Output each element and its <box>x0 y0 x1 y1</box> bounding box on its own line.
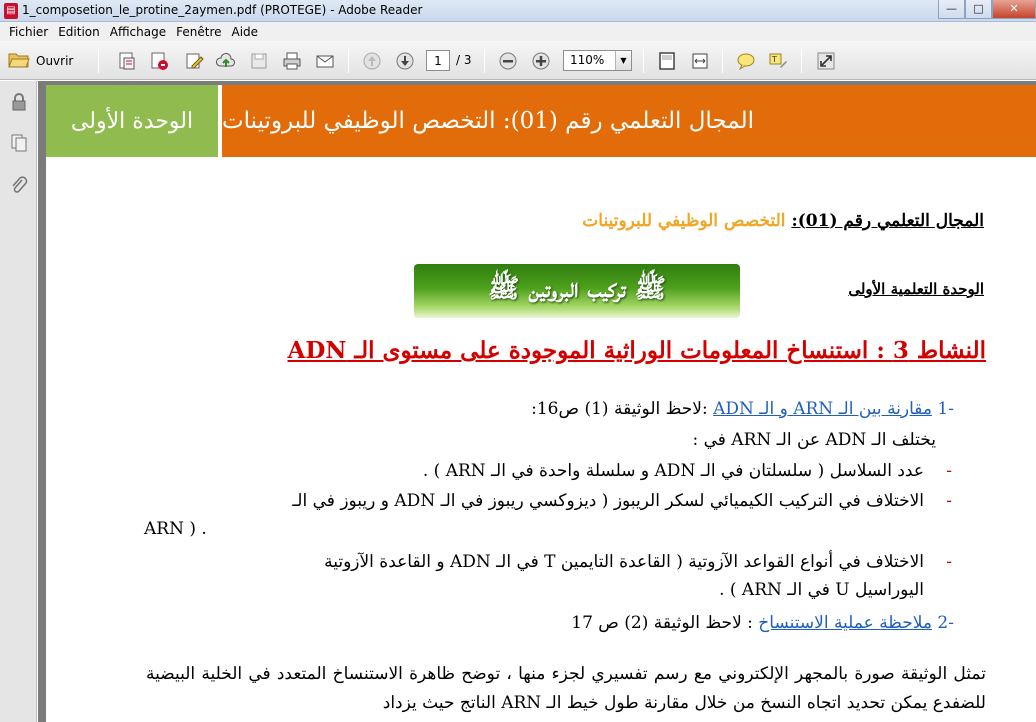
svg-text:T: T <box>771 55 777 64</box>
open-button-label: Ouvrir <box>36 54 74 68</box>
banner-unit: الوحدة الأولى <box>46 85 218 157</box>
open-folder-icon <box>8 51 30 72</box>
save-button[interactable] <box>248 50 270 72</box>
window-title: 1_composetion_le_protine_2aymen.pdf (PRO… <box>22 3 423 17</box>
email-button[interactable] <box>314 50 336 72</box>
unit-heading: الوحدة التعلمية الأولى <box>848 280 984 298</box>
toolbar-separator <box>722 49 723 73</box>
pdf-icon: ▤ <box>4 3 18 19</box>
item-2: -2 ملاحظة عملية الاستنساخ : لاحظ الوثيقة… <box>571 613 954 633</box>
export-pdf-icon <box>151 52 168 70</box>
fit-page-button[interactable] <box>656 50 678 72</box>
window-controls: — □ ✕ <box>938 0 1036 20</box>
item-1-number: -1 <box>937 399 954 419</box>
domain-value: التخصص الوظيفي للبروتينات <box>582 211 786 231</box>
open-button[interactable]: Ouvrir <box>8 50 73 72</box>
bullet-dash: - <box>946 461 952 481</box>
item-2-text: : لاحظ الوثيقة (2) ص 17 <box>571 613 759 633</box>
menu-fenetre[interactable]: Fenêtre <box>171 25 226 39</box>
domain-heading: المجال التعلمي رقم (01): التخصص الوظيفي … <box>582 211 984 231</box>
banner-title: المجال التعلمي رقم (01): التخصص الوظيفي … <box>222 85 1036 157</box>
bullet-3-text-cont: اليوراسيل U في الـ ARN ) . <box>719 580 924 600</box>
edit-icon <box>186 53 204 69</box>
highlight-icon: T <box>769 53 787 68</box>
menu-affichage[interactable]: Affichage <box>105 25 171 39</box>
prev-page-button[interactable] <box>361 50 383 72</box>
highlight-button[interactable]: T <box>767 50 789 72</box>
upload-icon <box>216 52 235 67</box>
fit-width-button[interactable] <box>689 50 711 72</box>
list-item: - عدد السلاسل ( سلسلتان في الـ ADN و سلس… <box>422 461 952 481</box>
toolbar-separator <box>98 49 99 73</box>
create-pdf-button[interactable] <box>116 50 138 72</box>
diff-intro: يختلف الـ ADN عن الـ ARN في : <box>692 430 936 450</box>
menu-edition[interactable]: Edition <box>53 25 105 39</box>
prev-page-icon <box>363 52 381 70</box>
pages-icon[interactable] <box>8 132 29 154</box>
item-1-text: :لاحظ الوثيقة (1) ص16: <box>531 399 714 419</box>
pdf-page: الوحدة الأولى المجال التعلمي رقم (01): ا… <box>46 85 1036 722</box>
domain-label: المجال التعلمي رقم (01): <box>791 211 984 231</box>
list-item: - الاختلاف في أنواع القواعد الآزوتية ( ا… <box>144 552 952 600</box>
bullet-dash: - <box>946 491 952 511</box>
save-icon <box>251 53 267 69</box>
zoom-out-icon <box>499 52 517 70</box>
body-paragraph: تمثل الوثيقة صورة بالمجهر الإلكتروني مع … <box>146 664 986 713</box>
item-1: -1 مقارنة بين الـ ARN و الـ ADN :لاحظ ال… <box>531 399 954 419</box>
page-number-input[interactable] <box>426 50 450 71</box>
item-2-number: -2 <box>937 613 954 633</box>
export-pdf-button[interactable] <box>148 50 170 72</box>
email-icon <box>316 55 334 68</box>
maximize-button[interactable]: □ <box>965 0 992 19</box>
menu-bar: Fichier Edition Affichage Fenêtre Aide <box>0 22 1036 41</box>
bullet-3-text: الاختلاف في أنواع القواعد الآزوتية ( الق… <box>324 552 924 572</box>
document-viewer[interactable]: الوحدة الأولى المجال التعلمي رقم (01): ا… <box>38 81 1036 722</box>
toolbar-separator <box>643 49 644 73</box>
edit-button[interactable] <box>183 50 205 72</box>
upload-button[interactable] <box>215 50 237 72</box>
lock-icon[interactable] <box>8 91 29 113</box>
fit-width-icon <box>692 53 708 69</box>
zoom-in-icon <box>532 52 550 70</box>
fullscreen-icon <box>817 52 835 70</box>
minimize-button[interactable]: — <box>938 0 965 19</box>
menu-fichier[interactable]: Fichier <box>4 25 53 39</box>
bullet-dash: - <box>946 552 952 572</box>
bullet-1-text: عدد السلاسل ( سلسلتان في الـ ADN و سلسلة… <box>422 461 924 481</box>
title-bar: ▤ 1_composetion_le_protine_2aymen.pdf (P… <box>0 0 1036 22</box>
print-icon <box>283 52 301 70</box>
close-button[interactable]: ✕ <box>992 0 1036 19</box>
toolbar: Ouvrir / 3 110% ▼ <box>0 41 1036 80</box>
print-button[interactable] <box>281 50 303 72</box>
toolbar-separator <box>484 49 485 73</box>
chevron-down-icon[interactable]: ▼ <box>615 51 631 70</box>
menu-aide[interactable]: Aide <box>227 25 264 39</box>
toolbar-separator <box>801 49 802 73</box>
create-pdf-icon <box>119 52 135 70</box>
comment-button[interactable] <box>735 50 757 72</box>
bullet-2-text-cont: ARN ) . <box>144 519 207 539</box>
list-item: - الاختلاف في التركيب الكيميائي لسكر الر… <box>144 491 952 539</box>
comment-icon <box>737 53 755 71</box>
page-total: / 3 <box>456 53 472 67</box>
fit-page-icon <box>659 52 675 70</box>
zoom-value: 110% <box>570 53 605 67</box>
attachment-icon[interactable] <box>8 174 29 196</box>
bullet-2-text: الاختلاف في التركيب الكيميائي لسكر الريب… <box>292 491 924 511</box>
item-1-link[interactable]: مقارنة بين الـ ARN و الـ ADN <box>713 399 932 419</box>
activity-title: النشاط 3 : استنساخ المعلومات الوراثية ال… <box>287 337 986 364</box>
zoom-select[interactable]: 110% ▼ <box>563 50 632 71</box>
zoom-in-button[interactable] <box>530 50 552 72</box>
protein-synthesis-banner: ﷺ تركيب البروتين ﷺ <box>414 264 740 318</box>
navigation-panel <box>0 81 37 722</box>
next-page-icon <box>396 52 414 70</box>
item-2-link[interactable]: ملاحظة عملية الاستنساخ <box>758 613 932 633</box>
zoom-out-button[interactable] <box>497 50 519 72</box>
toolbar-separator <box>348 49 349 73</box>
fullscreen-button[interactable] <box>815 50 837 72</box>
next-page-button[interactable] <box>394 50 416 72</box>
